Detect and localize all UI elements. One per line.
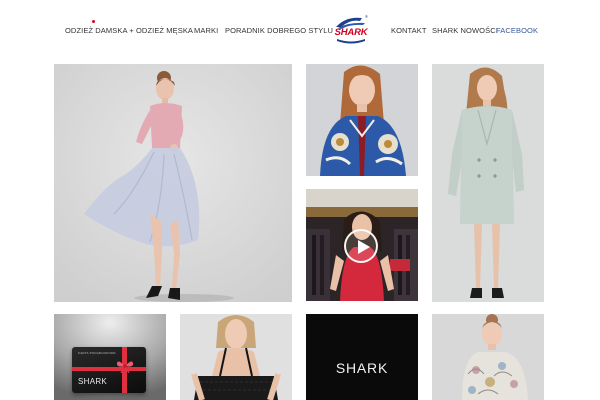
play-video-button[interactable] <box>344 229 378 263</box>
nav-item-mens-clothing[interactable]: ODZIEŻ MĘSKA <box>136 26 193 35</box>
nav-item-contact[interactable]: KONTAKT <box>391 26 427 35</box>
logo-registered-mark: ® <box>365 14 368 19</box>
nav-item-womens-clothing[interactable]: ODZIEŻ DAMSKA + <box>65 26 134 35</box>
lookbook-tile-tulle-skirt[interactable] <box>54 64 292 302</box>
play-icon <box>358 240 370 254</box>
lookbook-tile-printed-top[interactable] <box>432 314 544 400</box>
new-indicator-dot <box>92 20 95 23</box>
nav-item-style-guide[interactable]: PORADNIK DOBREGO STYLU <box>225 26 333 35</box>
lookbook-tile-black-bag[interactable] <box>180 314 292 400</box>
lookbook-tile-brand[interactable]: SHARK <box>306 314 418 400</box>
main-navigation: ODZIEŻ DAMSKA + ODZIEŻ MĘSKA MARKI PORAD… <box>0 0 600 60</box>
lookbook-tile-gift-card[interactable]: KARTA PODARUNKOWA SHARK <box>54 314 166 400</box>
gift-card-label: KARTA PODARUNKOWA <box>78 351 116 355</box>
black-bag-model-photo <box>180 314 292 400</box>
gift-bow-icon <box>116 361 134 373</box>
lookbook-tile-mint-coat[interactable] <box>432 64 544 302</box>
nav-item-brands[interactable]: MARKI <box>194 26 218 35</box>
printed-blouse-model-photo <box>306 64 418 176</box>
lookbook-tile-printed-blouse[interactable] <box>306 64 418 176</box>
brand-wordmark: SHARK <box>335 360 389 376</box>
gift-card-image: KARTA PODARUNKOWA SHARK <box>72 347 146 393</box>
mint-coat-model-photo <box>432 64 544 302</box>
tulle-skirt-model-photo <box>54 64 292 302</box>
shark-logo[interactable]: SHARK ® <box>332 14 370 46</box>
nav-item-facebook[interactable]: FACEBOOK <box>496 26 538 35</box>
nav-item-shark-news[interactable]: SHARK NOWOŚCI <box>432 26 498 35</box>
gift-card-brand: SHARK <box>78 377 108 386</box>
gift-ribbon-horizontal <box>72 367 146 371</box>
lookbook-tile-video[interactable] <box>306 189 418 301</box>
printed-top-model-photo <box>432 314 544 400</box>
logo-wordmark: SHARK <box>334 27 368 38</box>
